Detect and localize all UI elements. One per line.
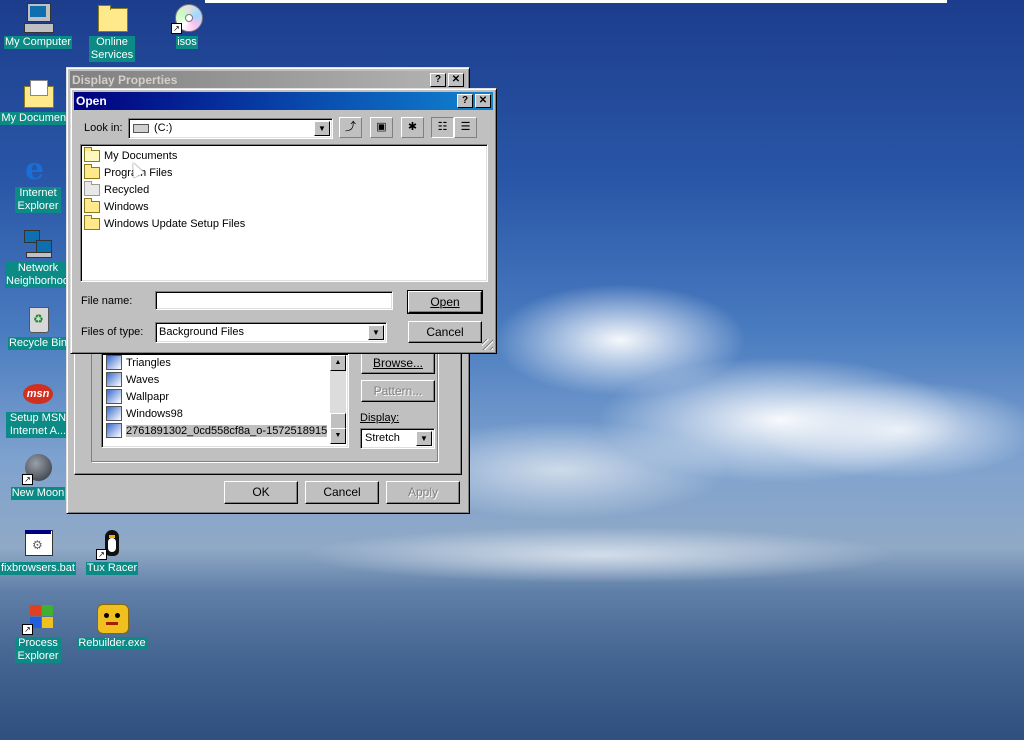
top-white-strip <box>205 0 947 3</box>
desktop-icon-network-neighborhood[interactable]: Network Neighborhood <box>0 228 76 288</box>
list-view-button[interactable]: ☷ <box>431 117 454 138</box>
cancel-button[interactable]: Cancel <box>305 481 379 504</box>
wallpaper-list-scrollbar[interactable]: ▲ ▼ <box>330 355 346 444</box>
chevron-down-icon[interactable]: ▼ <box>314 121 330 136</box>
pattern-button[interactable]: Pattern... <box>361 380 435 402</box>
file-name-label: File name: <box>81 295 133 307</box>
drive-icon <box>133 124 149 133</box>
desktop-icon-online-services[interactable]: Online Services <box>74 2 150 62</box>
cancel-button[interactable]: Cancel <box>408 321 482 343</box>
display-mode-dropdown[interactable]: Stretch ▼ <box>360 428 435 449</box>
folder-icon <box>84 214 100 230</box>
documents-folder-icon <box>22 78 54 110</box>
file-list[interactable]: My Documents Program Files Recycled Windows… <box>80 144 488 282</box>
desktop-icon-tux-racer[interactable]: ↗ Tux Racer <box>74 528 150 575</box>
bitmap-file-icon <box>106 372 122 387</box>
display-properties-titlebar[interactable]: Display Properties ? ✕ <box>70 71 466 89</box>
close-button[interactable]: ✕ <box>475 94 491 108</box>
open-button[interactable]: Open <box>407 290 483 314</box>
folder-icon <box>84 163 100 179</box>
close-button[interactable]: ✕ <box>448 73 464 87</box>
file-list-item[interactable]: Windows <box>84 197 245 215</box>
wallpaper-list[interactable]: Triangles Waves Wallpapr Windows98 276189130… <box>101 353 349 448</box>
look-in-dropdown[interactable]: (C:) ▼ <box>128 118 333 139</box>
wallpaper-list-item[interactable]: Triangles <box>106 354 330 371</box>
folder-icon <box>84 146 100 162</box>
scroll-thumb[interactable] <box>330 413 346 429</box>
wallpaper-list-item[interactable]: Waves <box>106 371 330 388</box>
internet-explorer-icon: e <box>25 152 45 187</box>
up-one-level-button[interactable]: ⤴ <box>339 117 362 138</box>
wallpaper-list-item[interactable]: 2761891302_0cd558cf8a_o-1572518915 <box>106 422 330 439</box>
desktop-icon: ▣ <box>376 121 387 133</box>
desktop-icon-setup-msn[interactable]: msn Setup MSN Internet A... <box>0 378 76 438</box>
help-button[interactable]: ? <box>457 94 473 108</box>
wallpaper-list-item[interactable]: Wallpapr <box>106 388 330 405</box>
wallpaper-list-item[interactable]: Windows98 <box>106 405 330 422</box>
desktop-icon-new-moon[interactable]: ↗ New Moon <box>0 453 76 500</box>
open-dialog: Open ? ✕ Look in: (C:) ▼ ⤴ ▣ ✱ ☷ ☰ My Do… <box>70 88 497 354</box>
window-title: Display Properties <box>72 73 178 87</box>
desktop-icon-my-documents[interactable]: My Documents <box>0 78 76 125</box>
ok-button[interactable]: OK <box>224 481 298 504</box>
desktop-icon-recycle-bin[interactable]: ♻ Recycle Bin <box>0 303 76 350</box>
process-explorer-icon: ↗ <box>22 603 54 635</box>
dialog-title: Open <box>76 94 107 108</box>
open-dialog-titlebar[interactable]: Open ? ✕ <box>74 92 493 110</box>
details-icon: ☰ <box>460 121 471 133</box>
file-list-item[interactable]: My Documents <box>84 146 245 164</box>
help-button[interactable]: ? <box>430 73 446 87</box>
file-name-input[interactable] <box>155 291 393 310</box>
batch-file-icon: ⚙ <box>22 528 54 560</box>
list-icon: ☷ <box>437 121 448 133</box>
new-folder-button[interactable]: ✱ <box>401 117 424 138</box>
msn-icon: msn <box>22 378 54 410</box>
computer-icon <box>22 2 54 34</box>
chevron-down-icon[interactable]: ▼ <box>416 431 432 446</box>
desktop-icon-fixbrowsers[interactable]: ⚙ fixbrowsers.bat <box>0 528 76 575</box>
file-list-item[interactable]: Windows Update Setup Files <box>84 214 245 232</box>
bitmap-file-icon <box>106 423 122 438</box>
resize-grip[interactable] <box>482 339 493 350</box>
new-folder-icon: ✱ <box>407 121 418 133</box>
apply-button[interactable]: Apply <box>386 481 460 504</box>
scroll-up-button[interactable]: ▲ <box>330 355 346 371</box>
files-of-type-label: Files of type: <box>81 326 144 338</box>
penguin-icon: ↗ <box>96 528 128 560</box>
details-view-button[interactable]: ☰ <box>454 117 477 138</box>
folder-icon <box>84 180 100 196</box>
files-of-type-dropdown[interactable]: Background Files ▼ <box>155 322 387 343</box>
bitmap-file-icon <box>106 389 122 404</box>
desktop-button[interactable]: ▣ <box>370 117 393 138</box>
recycle-bin-icon: ♻ <box>22 303 54 335</box>
file-list-item[interactable]: Recycled <box>84 180 245 198</box>
moon-icon: ↗ <box>22 453 54 485</box>
desktop-icon-my-computer[interactable]: My Computer <box>0 2 76 49</box>
up-folder-icon: ⤴ <box>345 121 356 133</box>
scroll-down-button[interactable]: ▼ <box>330 428 346 444</box>
desktop-icon-rebuilder[interactable]: Rebuilder.exe <box>74 603 150 650</box>
folder-icon <box>84 197 100 213</box>
browse-button[interactable]: Browse... <box>361 352 435 374</box>
rebuilder-icon <box>96 603 129 635</box>
chevron-down-icon[interactable]: ▼ <box>368 325 384 340</box>
bitmap-file-icon <box>106 406 122 421</box>
network-icon <box>22 228 54 260</box>
bitmap-file-icon <box>106 355 122 370</box>
file-list-item[interactable]: Program Files <box>84 163 245 181</box>
display-label: Display: <box>360 412 400 424</box>
folder-icon <box>96 2 128 34</box>
cd-icon: ↗ <box>171 2 203 34</box>
desktop-icon-internet-explorer[interactable]: e Internet Explorer <box>0 153 76 213</box>
desktop-icon-process-explorer[interactable]: ↗ Process Explorer <box>0 603 76 663</box>
desktop-icon-isos[interactable]: ↗ isos <box>149 2 225 49</box>
look-in-label: Look in: <box>84 122 123 134</box>
